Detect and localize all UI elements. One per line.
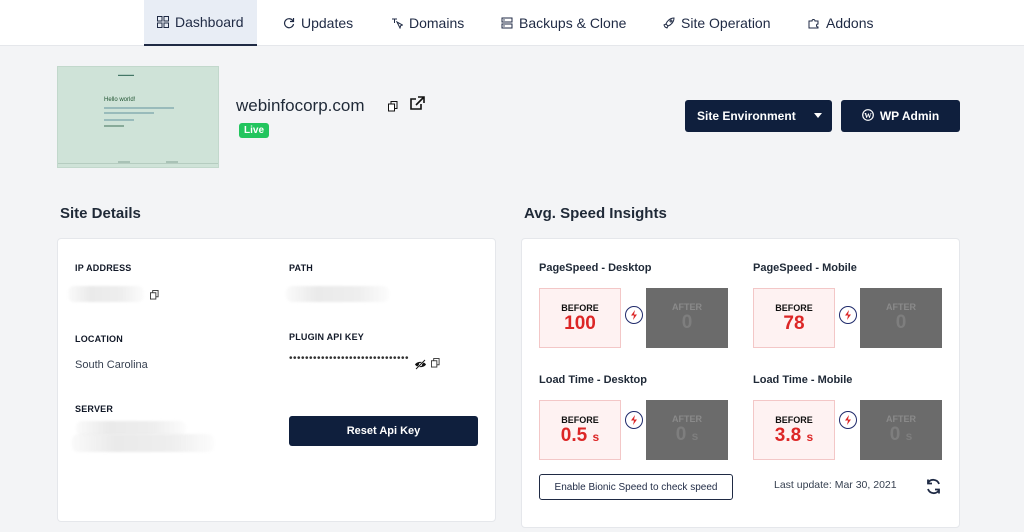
rocket-icon — [662, 17, 675, 30]
last-update-text: Last update: Mar 30, 2021 — [774, 479, 897, 491]
before-label: BEFORE — [561, 415, 599, 425]
site-details-card — [57, 238, 496, 522]
before-time-box: BEFORE 0.5 s — [539, 400, 621, 460]
thumbnail-heading: Hello world! — [104, 97, 136, 103]
load-time-mobile-title: Load Time - Mobile — [753, 374, 853, 386]
tab-site-operation[interactable]: Site Operation — [650, 0, 783, 46]
reset-api-key-button[interactable]: Reset Api Key — [289, 416, 478, 446]
after-value: 0 — [895, 312, 907, 333]
ip-address-value — [68, 286, 144, 302]
after-time-box: AFTER 0 s — [646, 400, 728, 460]
path-label: PATH — [289, 263, 313, 273]
chevron-down-icon — [814, 113, 822, 118]
tab-label: Addons — [826, 15, 874, 31]
site-environment-dropdown[interactable]: Site Environment — [685, 100, 832, 132]
server-value — [76, 421, 186, 435]
after-value: 0 s — [889, 424, 913, 445]
after-score-box: AFTER 0 — [646, 288, 728, 348]
load-time-desktop-title: Load Time - Desktop — [539, 374, 647, 386]
eye-slash-icon[interactable] — [414, 357, 427, 375]
tab-label: Updates — [301, 15, 354, 31]
copy-icon[interactable] — [388, 99, 398, 117]
before-score-box: BEFORE 100 — [539, 288, 621, 348]
tab-updates[interactable]: Updates — [270, 0, 365, 46]
after-score-box: AFTER 0 — [860, 288, 942, 348]
site-details-title: Site Details — [60, 205, 141, 222]
bolt-icon — [625, 306, 643, 324]
copy-icon[interactable] — [431, 355, 440, 373]
tab-dashboard[interactable]: Dashboard — [144, 0, 257, 46]
location-label: LOCATION — [75, 334, 123, 344]
location-value: South Carolina — [75, 359, 148, 371]
ip-address-label: IP ADDRESS — [75, 263, 132, 273]
server-icon — [500, 17, 513, 30]
site-thumbnail[interactable]: ▬▬▬▬ Hello world! — [57, 66, 219, 168]
site-domain: webinfocorp.com — [236, 96, 365, 115]
after-label: AFTER — [672, 302, 702, 312]
bolt-icon — [839, 306, 857, 324]
path-value — [286, 286, 389, 302]
bolt-icon — [839, 411, 857, 429]
tab-label: Site Operation — [681, 15, 771, 31]
tab-label: Domains — [409, 15, 465, 31]
wordpress-icon: W — [861, 108, 874, 124]
before-score-box: BEFORE 78 — [753, 288, 835, 348]
puzzle-icon — [807, 17, 820, 30]
after-label: AFTER — [886, 302, 916, 312]
refresh-icon — [282, 17, 295, 30]
thumbnail-logo: ▬▬▬▬ — [118, 72, 134, 77]
after-label: AFTER — [886, 414, 916, 424]
svg-text:W: W — [864, 110, 872, 119]
wp-admin-button[interactable]: W WP Admin — [841, 100, 960, 132]
dashboard-icon — [156, 16, 169, 29]
enable-bionic-speed-button[interactable]: Enable Bionic Speed to check speed — [539, 474, 733, 500]
bolt-icon — [625, 411, 643, 429]
external-link-icon[interactable] — [410, 96, 425, 115]
status-badge: Live — [239, 123, 270, 138]
after-label: AFTER — [672, 414, 702, 424]
before-value: 0.5 s — [560, 425, 600, 446]
tab-label: Backups & Clone — [519, 15, 627, 31]
cursor-icon — [390, 17, 403, 30]
refresh-icon[interactable] — [925, 478, 942, 500]
before-value: 78 — [783, 313, 805, 334]
pagespeed-mobile-title: PageSpeed - Mobile — [753, 262, 857, 274]
tab-addons[interactable]: Addons — [795, 0, 885, 46]
speed-insights-title: Avg. Speed Insights — [524, 205, 667, 222]
top-nav: Dashboard Updates Domains Backups & Clon… — [0, 0, 1024, 46]
plugin-api-key-value: •••••••••••••••••••••••••••••• — [289, 353, 410, 364]
button-label: WP Admin — [879, 109, 940, 123]
server-value-2 — [72, 434, 214, 452]
copy-icon[interactable] — [150, 287, 159, 305]
pagespeed-desktop-title: PageSpeed - Desktop — [539, 262, 652, 274]
before-label: BEFORE — [775, 415, 813, 425]
before-value: 3.8 s — [774, 425, 814, 446]
before-value: 100 — [564, 313, 596, 334]
tab-label: Dashboard — [175, 14, 244, 30]
before-time-box: BEFORE 3.8 s — [753, 400, 835, 460]
after-time-box: AFTER 0 s — [860, 400, 942, 460]
tab-backups[interactable]: Backups & Clone — [488, 0, 638, 46]
tab-domains[interactable]: Domains — [378, 0, 476, 46]
server-label: SERVER — [75, 404, 114, 414]
dropdown-label: Site Environment — [697, 109, 796, 123]
after-value: 0 — [681, 312, 693, 333]
plugin-api-key-label: PLUGIN API KEY — [289, 332, 364, 342]
before-label: BEFORE — [561, 303, 599, 313]
before-label: BEFORE — [775, 303, 813, 313]
after-value: 0 s — [675, 424, 699, 445]
